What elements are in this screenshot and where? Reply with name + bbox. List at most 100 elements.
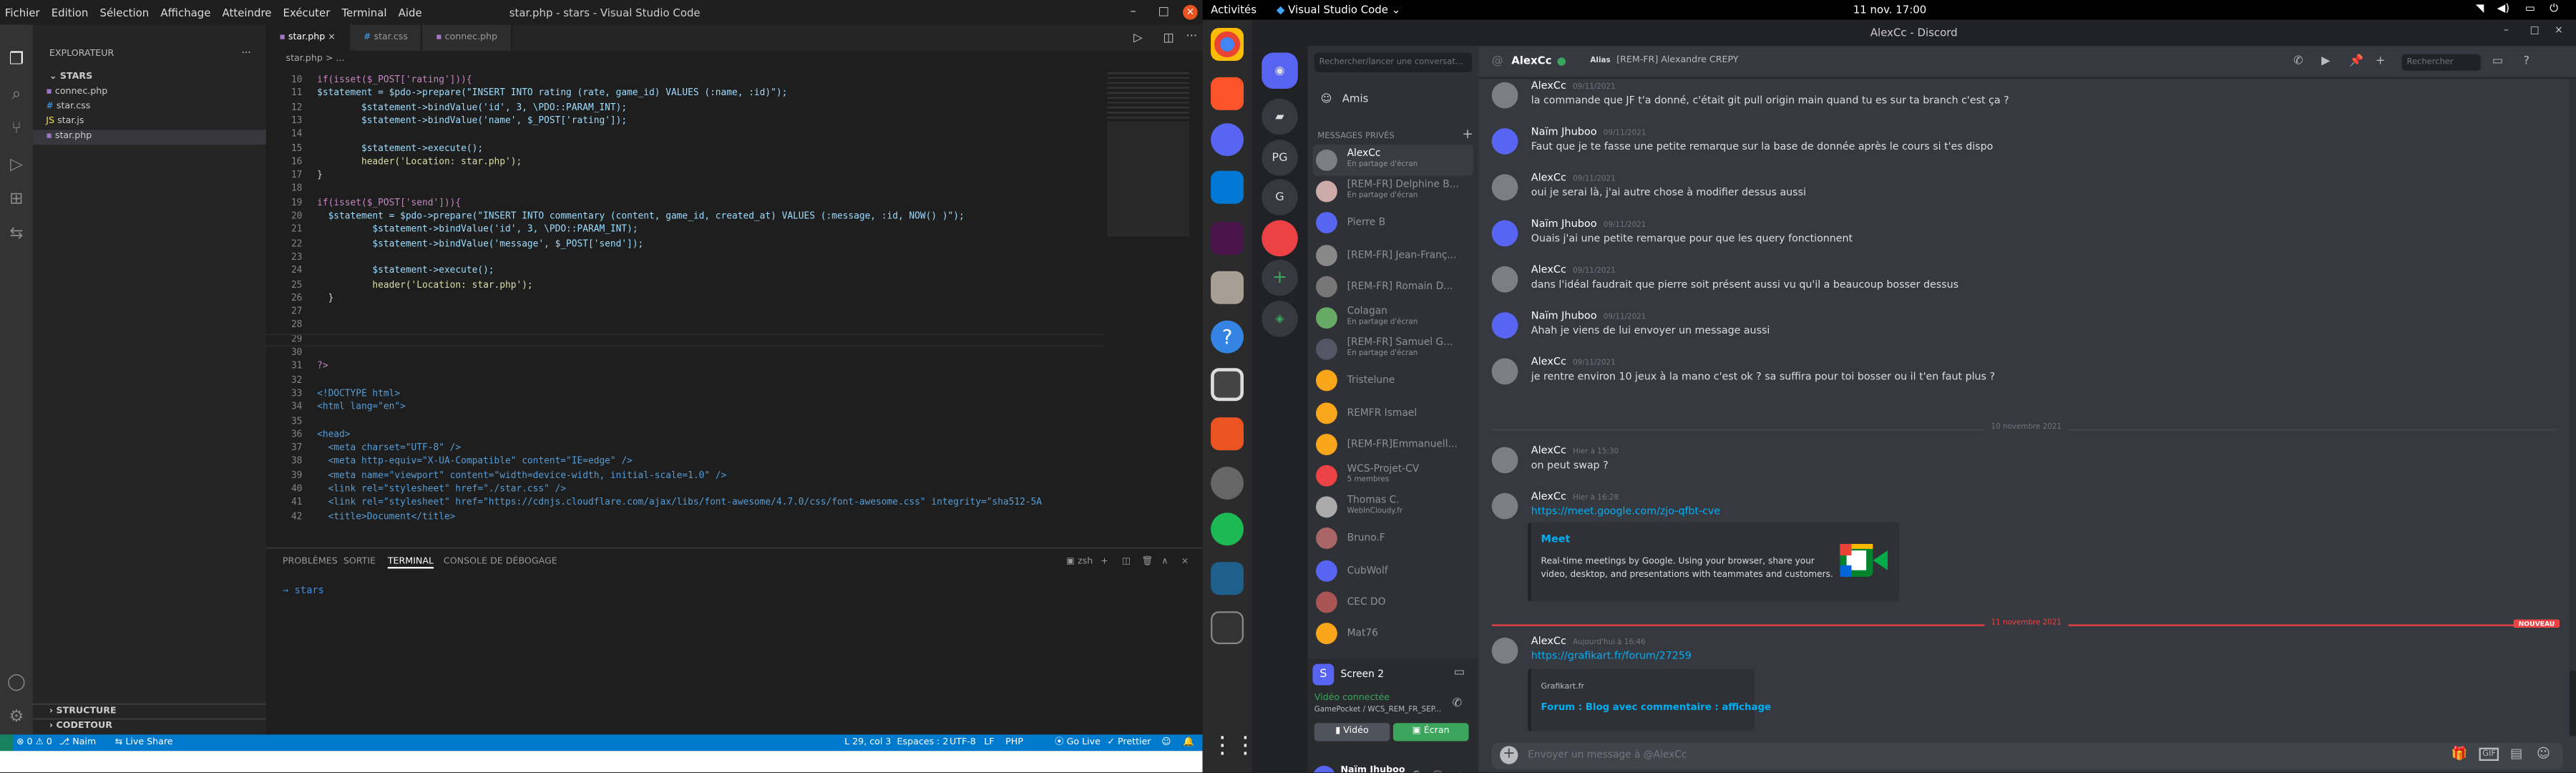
mic-icon[interactable]: 🎙 xyxy=(1410,771,1424,772)
dm-item[interactable]: Thomas C. WebInCloudy.fr xyxy=(1312,492,1473,523)
maximize-icon[interactable]: □ xyxy=(2530,24,2540,36)
server-avatar[interactable] xyxy=(1262,220,1298,257)
live-share-icon[interactable]: ⇆ xyxy=(6,225,26,245)
indentation[interactable]: Espaces : 2 xyxy=(897,734,949,751)
menu-affichage[interactable]: Affichage xyxy=(160,6,210,19)
go-live[interactable]: ⦿ Go Live xyxy=(1055,734,1101,751)
code-line[interactable]: 10 if(isset($_POST['rating'])){ xyxy=(266,74,1104,87)
scrollbar-thumb[interactable] xyxy=(2569,670,2576,736)
dm-item[interactable]: Colagan En partage d'écran xyxy=(1312,302,1473,334)
video-call-icon[interactable]: ▶ xyxy=(2321,54,2330,67)
folder-icon[interactable]: ▰ xyxy=(1262,98,1298,135)
run-debug-icon[interactable]: ▷ xyxy=(6,156,26,176)
avatar[interactable] xyxy=(1491,220,1518,247)
network-icon[interactable]: ◥ xyxy=(2476,1,2484,14)
vscode-icon[interactable] xyxy=(1211,170,1244,204)
tab-star-php[interactable]: ▪ star.php × xyxy=(265,24,351,52)
code-line[interactable]: 13 $statement->bindValue('name', $_POST[… xyxy=(266,115,1104,128)
prettier[interactable]: ✓ Prettier xyxy=(1107,734,1151,751)
disconnect-icon[interactable]: ✆ xyxy=(1453,696,1462,709)
code-line[interactable]: 36 <head> xyxy=(266,429,1104,442)
tab-terminal[interactable]: TERMINAL xyxy=(387,557,434,569)
emoji-icon[interactable]: ☺ xyxy=(2537,746,2550,761)
split-editor-icon[interactable]: ◫ xyxy=(1163,31,1174,44)
code-line[interactable]: 15 $statement->execute(); xyxy=(266,142,1104,156)
settings-icon[interactable] xyxy=(1211,467,1244,500)
add-server-icon[interactable]: + xyxy=(1262,259,1298,296)
power-icon[interactable]: ⏻ xyxy=(2550,1,2558,16)
code-line[interactable]: 41 <link rel="stylesheet" href="https://… xyxy=(266,497,1104,510)
account-icon[interactable]: ◯ xyxy=(6,674,26,694)
menu-edition[interactable]: Edition xyxy=(52,6,89,19)
minimap[interactable] xyxy=(1103,67,1195,544)
help-icon[interactable]: ? xyxy=(2524,54,2530,67)
code-line[interactable]: 25 header('Location: star.php'); xyxy=(266,278,1104,292)
minimize-icon[interactable]: – xyxy=(1131,5,1136,18)
avatar[interactable] xyxy=(1491,82,1518,109)
screen-button[interactable]: ▣ Écran xyxy=(1392,723,1469,742)
code-line[interactable]: 35 xyxy=(266,415,1104,429)
code-line[interactable]: 19 if(isset($_POST['send'])){ xyxy=(266,197,1104,210)
remote-icon[interactable] xyxy=(0,734,14,752)
split-terminal-icon[interactable]: ◫ xyxy=(1122,557,1131,567)
screen-share-tile[interactable]: S Screen 2 ▭ xyxy=(1307,658,1479,691)
mysql-workbench-icon[interactable] xyxy=(1211,562,1244,595)
software-icon[interactable] xyxy=(1211,417,1244,451)
message-author[interactable]: AlexCc 09/11/2021 xyxy=(1531,356,1616,368)
maximize-panel-icon[interactable]: ∧ xyxy=(1161,557,1168,567)
code-line[interactable]: 27 xyxy=(266,306,1104,319)
message-author[interactable]: AlexCc 09/11/2021 xyxy=(1531,172,1616,184)
add-friend-icon[interactable]: + xyxy=(2376,54,2385,67)
avatar[interactable] xyxy=(1491,128,1518,155)
message-author[interactable]: Naïm Jhuboo 09/11/2021 xyxy=(1531,218,1646,230)
dm-item[interactable]: Bruno.F xyxy=(1312,523,1473,555)
code-editor[interactable]: 10 if(isset($_POST['rating'])){11 $stateme… xyxy=(265,67,1203,548)
message-author[interactable]: AlexCc Aujourd'hui à 16:46 xyxy=(1531,636,1646,648)
avatar[interactable] xyxy=(1312,765,1336,773)
avatar[interactable] xyxy=(1491,447,1518,474)
gear-icon[interactable]: ⚙ xyxy=(6,709,26,729)
avatar[interactable] xyxy=(1491,358,1518,385)
close-panel-icon[interactable]: × xyxy=(1181,557,1189,567)
code-line[interactable]: 37 <meta charset="UTF-8" /> xyxy=(266,442,1104,456)
code-line[interactable]: 39 <meta name="viewport" content="width=… xyxy=(266,470,1104,483)
explore-icon[interactable]: ◈ xyxy=(1262,301,1298,337)
dm-item[interactable]: CEC DO xyxy=(1312,586,1473,618)
pin-icon[interactable]: 📌 xyxy=(2349,54,2363,67)
message-composer[interactable]: + Envoyer un message à @AlexCc 🎁 GIF ▤ ☺ xyxy=(1491,742,2563,769)
menu-executer[interactable]: Exécuter xyxy=(283,6,331,19)
terminal-shell-selector[interactable]: ▣ zsh xyxy=(1066,557,1093,567)
cursor-position[interactable]: L 29, col 3 xyxy=(844,734,891,751)
headphones-icon[interactable]: 🎧 xyxy=(1431,771,1445,772)
brave-icon[interactable] xyxy=(1211,77,1244,110)
spotify-icon[interactable] xyxy=(1211,512,1244,546)
camera-icon[interactable] xyxy=(1211,368,1244,402)
language-mode[interactable]: PHP xyxy=(1005,734,1023,751)
chat-search-input[interactable]: Rechercher xyxy=(2401,54,2481,71)
code-line[interactable]: 38 <meta http-equiv="X-UA-Compatible" co… xyxy=(266,456,1104,470)
status-live-share[interactable]: ⇆ Live Share xyxy=(115,734,173,751)
minimize-icon[interactable]: – xyxy=(2504,24,2509,36)
clock[interactable]: 11 nov. 17:00 xyxy=(1853,4,1926,16)
activities-button[interactable]: Activités xyxy=(1211,4,1257,16)
code-line[interactable]: 20 $statement = $pdo->prepare("INSERT IN… xyxy=(266,210,1104,224)
sticker-icon[interactable]: ▤ xyxy=(2510,746,2522,761)
dm-item[interactable]: Tristelune xyxy=(1312,366,1473,397)
message-author[interactable]: AlexCc Hier à 16:28 xyxy=(1531,491,1619,502)
source-control-icon[interactable]: ⑂ xyxy=(6,120,26,140)
code-line[interactable]: 11 $statement = $pdo->prepare("INSERT INT… xyxy=(266,87,1104,101)
avatar[interactable] xyxy=(1491,492,1518,520)
code-line[interactable]: 26 } xyxy=(266,292,1104,306)
add-dm-icon[interactable]: + xyxy=(1462,127,1473,142)
code-line[interactable]: 12 $statement->bindValue('id', 3, \PDO::… xyxy=(266,101,1104,115)
files-icon[interactable] xyxy=(1211,271,1244,304)
add-terminal-icon[interactable]: + xyxy=(1101,557,1108,567)
menu-atteindre[interactable]: Atteindre xyxy=(223,6,272,19)
code-line[interactable]: 33 <!DOCTYPE html> xyxy=(266,388,1104,402)
help-icon[interactable]: ? xyxy=(1211,320,1244,354)
dm-item[interactable]: [REM-FR] Jean-Franç... xyxy=(1312,239,1473,271)
code-line[interactable]: 40 <link rel="stylesheet" href="./star.c… xyxy=(266,483,1104,497)
embed-title[interactable]: Forum : Blog avec commentaire : affichag… xyxy=(1541,704,1771,714)
file-star-css[interactable]: # star.css xyxy=(33,100,266,115)
add-attachment-icon[interactable]: + xyxy=(1500,746,1518,764)
